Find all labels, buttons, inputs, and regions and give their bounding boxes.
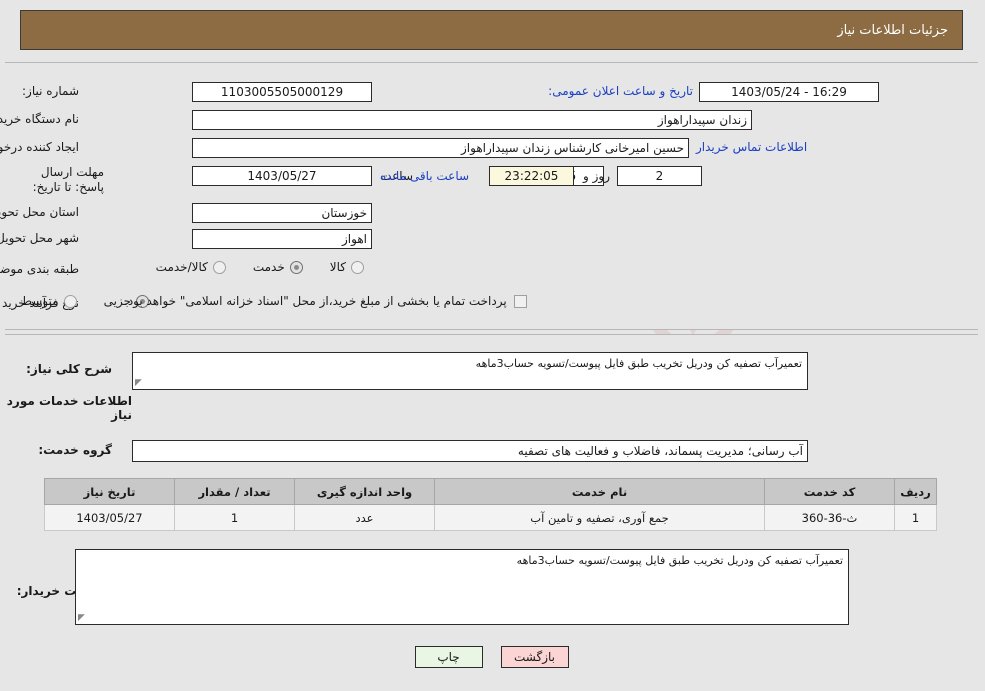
summary-label: شرح کلی نیاز: (27, 362, 113, 376)
buyer-notes-text: تعمیرآب تصفیه کن ودریل تخریب طبق فایل پی… (517, 554, 844, 567)
remaining-days-label: روز و (584, 169, 611, 183)
public-announce-label: تاریخ و ساعت اعلان عمومی: (549, 84, 694, 98)
table-col-header-0: ردیف (895, 478, 938, 505)
buyer-org-label: نام دستگاه خریدار: (0, 112, 80, 126)
deadline-label: مهلت ارسال پاسخ: تا تاریخ: (33, 165, 105, 194)
table-body: 1 ث-36-360 جمع آوری، تصفیه و تامین آب عدد 1 1… (45, 504, 938, 531)
services-table: ردیف کد خدمت نام خدمت واحد اندازه گیری تعداد… (45, 478, 938, 531)
treasury-checkbox[interactable] (514, 294, 528, 308)
table-col-header-3: واحد اندازه گیری (295, 478, 436, 505)
public-announce-label-wrap: تاریخ و ساعت اعلان عمومی: (549, 84, 694, 98)
category-radio-group[interactable]: کالا خدمت کالا/خدمت (135, 260, 365, 274)
requester-row: ایجاد کننده درخواست: (0, 140, 80, 154)
category-option-2[interactable]: کالا/خدمت (157, 260, 227, 274)
services-heading: اطلاعات خدمات مورد نیاز (7, 394, 133, 422)
back-button[interactable]: بازگشت (501, 646, 570, 668)
category-label: طبقه بندی موضوعی: (0, 262, 80, 276)
page-title: جزئیات اطلاعات نیاز (838, 22, 949, 38)
page-root: AriaTender.net جزئیات اطلاعات نیاز شماره… (0, 0, 985, 691)
category-label-1: خدمت (253, 260, 286, 274)
table-col-header-1: کد خدمت (765, 478, 896, 505)
page-header: جزئیات اطلاعات نیاز (21, 10, 964, 50)
city-label: شهر محل تحویل: (0, 231, 80, 245)
need-info-panel (6, 62, 979, 330)
cell-quantity: 1 (175, 504, 296, 531)
category-option-0[interactable]: کالا (331, 260, 365, 274)
category-radio-2[interactable] (213, 260, 227, 274)
remaining-suffix-label: ساعت باقی مانده (381, 169, 471, 183)
category-option-1[interactable]: خدمت (254, 260, 304, 274)
buyer-notes-textarea[interactable]: تعمیرآب تصفیه کن ودریل تخریب طبق فایل پی… (76, 549, 850, 625)
resize-grip-icon-2[interactable]: ◥ (79, 613, 88, 623)
buyer-org-row: نام دستگاه خریدار: (0, 112, 80, 126)
deadline-date: 1403/05/27 (193, 166, 373, 186)
category-label-0: کالا (330, 260, 347, 274)
cell-row-no: 1 (895, 504, 938, 531)
treasury-row[interactable]: پرداخت تمام یا بخشی از مبلغ خرید،از محل … (125, 294, 528, 308)
process-radio-1[interactable] (64, 294, 78, 308)
city-value: اهواز (193, 229, 373, 249)
category-label-2: کالا/خدمت (156, 260, 209, 274)
need-number-label: شماره نیاز: (23, 84, 80, 98)
requester-label: ایجاد کننده درخواست: (0, 140, 80, 154)
service-group-label: گروه خدمت: (39, 443, 113, 457)
cell-service-name: جمع آوری، تصفیه و تامین آب (435, 504, 766, 531)
category-radio-0[interactable] (352, 260, 365, 274)
remaining-days: 2 (618, 166, 703, 186)
buyer-org-value: زندان سپیداراهواز (193, 110, 753, 130)
requester-value: حسین امیرخانی کارشناس زندان سپیداراهواز (193, 138, 690, 158)
category-row: طبقه بندی موضوعی: (0, 262, 80, 276)
remaining-clock: 23:22:05 (490, 166, 575, 186)
process-label-1: متوسط (21, 294, 60, 308)
treasury-checkbox-label: پرداخت تمام یا بخشی از مبلغ خرید،از محل … (125, 294, 508, 308)
summary-text: تعمیرآب تصفیه کن ودریل تخریب طبق فایل پی… (476, 357, 803, 370)
table-row: 1 ث-36-360 جمع آوری، تصفیه و تامین آب عدد 1 1… (45, 504, 938, 531)
table-header-row: ردیف کد خدمت نام خدمت واحد اندازه گیری تعداد… (45, 478, 938, 505)
buyer-contact-link[interactable]: اطلاعات تماس خریدار (697, 140, 808, 154)
cell-unit: عدد (295, 504, 436, 531)
province-value: خوزستان (193, 203, 373, 223)
table-col-header-4: تعداد / مقدار (175, 478, 296, 505)
category-radio-1[interactable] (290, 260, 304, 274)
resize-grip-icon[interactable]: ◥ (136, 378, 145, 388)
province-row: استان محل تحویل: (0, 205, 80, 219)
print-button[interactable]: چاپ (415, 646, 484, 668)
table-col-header-2: نام خدمت (435, 478, 766, 505)
action-buttons: بازگشت چاپ (0, 646, 985, 668)
services-table-wrap: ردیف کد خدمت نام خدمت واحد اندازه گیری تعداد… (45, 478, 938, 531)
service-group-value: آب رسانی؛ مدیریت پسماند، فاضلاب و فعالیت… (133, 440, 809, 462)
need-number-row: شماره نیاز: (23, 84, 80, 98)
process-option-1[interactable]: متوسط (22, 294, 78, 308)
cell-need-date: 1403/05/27 (45, 504, 176, 531)
public-announce-value: 16:29 - 1403/05/24 (700, 82, 880, 102)
city-row: شهر محل تحویل: (0, 231, 80, 245)
province-label: استان محل تحویل: (0, 205, 80, 219)
cell-service-code: ث-36-360 (765, 504, 896, 531)
summary-textarea[interactable]: تعمیرآب تصفیه کن ودریل تخریب طبق فایل پی… (133, 352, 809, 390)
need-number-value: 1103005505000129 (193, 82, 373, 102)
table-col-header-5: تاریخ نیاز (45, 478, 176, 505)
